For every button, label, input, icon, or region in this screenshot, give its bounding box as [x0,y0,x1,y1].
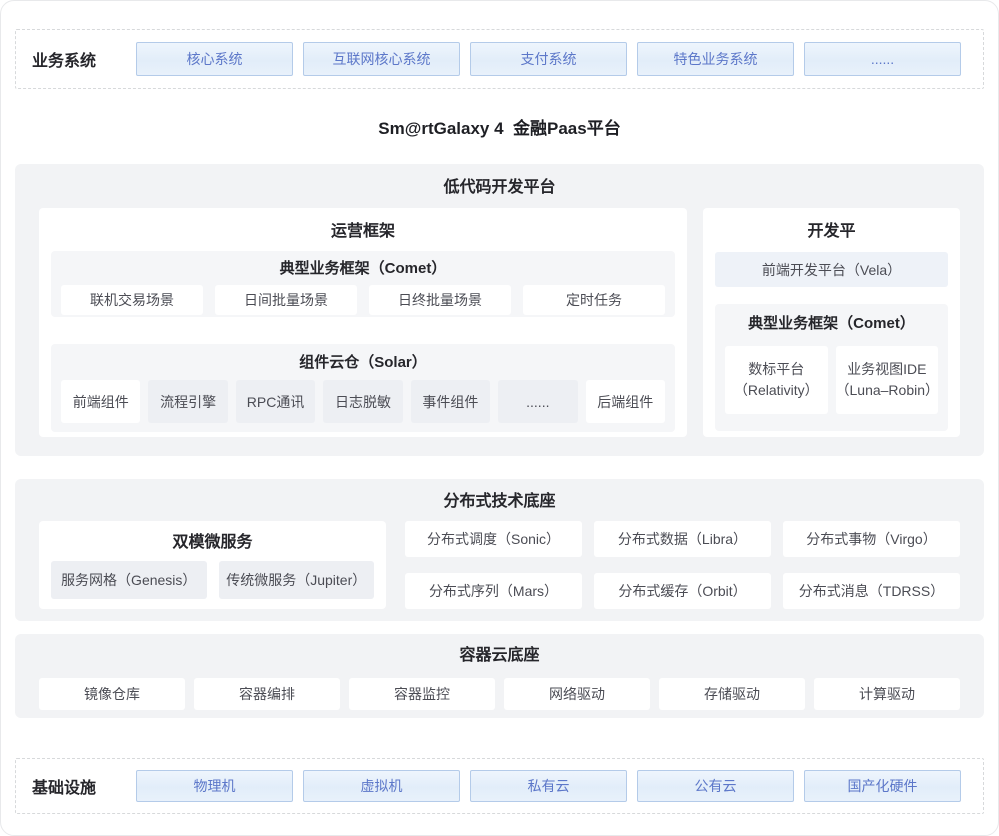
chip-luna-robin-line2: （Luna–Robin） [836,380,939,401]
business-systems-pills: 核心系统 互联网核心系统 支付系统 特色业务系统 ...... [136,42,961,76]
chip-relativity-line2: （Relativity） [734,380,819,401]
chip-orbit-cache: 分布式缓存（Orbit） [594,573,771,609]
container-cloud-chip-row: 镜像仓库 容器编排 容器监控 网络驱动 存储驱动 计算驱动 [39,678,960,710]
infrastructure-row: 基础设施 物理机 虚拟机 私有云 公有云 国产化硬件 [15,758,984,814]
business-systems-row: 业务系统 核心系统 互联网核心系统 支付系统 特色业务系统 ...... [15,29,984,89]
comet-chip-row: 联机交易场景 日间批量场景 日终批量场景 定时任务 [61,285,665,315]
chip-event-component: 事件组件 [411,380,490,423]
dev-comet-chip-row: 数标平台 （Relativity） 业务视图IDE （Luna–Robin） [725,346,938,414]
pill-domestic-hardware: 国产化硬件 [804,770,961,802]
chip-process-engine: 流程引擎 [148,380,227,423]
container-cloud-section: 容器云底座 镜像仓库 容器编排 容器监控 网络驱动 存储驱动 计算驱动 [15,634,984,718]
chip-mars-sequence: 分布式序列（Mars） [405,573,582,609]
dev-comet-framework-box: 典型业务框架（Comet） 数标平台 （Relativity） 业务视图IDE … [715,304,948,431]
distributed-base-title: 分布式技术底座 [39,492,960,512]
chip-backend-component: 后端组件 [586,380,665,423]
chip-network-driver: 网络驱动 [504,678,650,710]
pill-private-cloud: 私有云 [470,770,627,802]
chip-scheduled-task: 定时任务 [523,285,665,315]
chip-storage-driver: 存储驱动 [659,678,805,710]
chip-container-monitoring: 容器监控 [349,678,495,710]
pill-more-systems: ...... [804,42,961,76]
architecture-diagram: 业务系统 核心系统 互联网核心系统 支付系统 特色业务系统 ...... Sm@… [0,0,999,836]
comet-framework-title: 典型业务框架（Comet） [61,259,665,279]
chip-luna-robin-line1: 业务视图IDE [847,359,926,380]
infrastructure-label: 基础设施 [32,774,136,798]
pill-physical-machine: 物理机 [136,770,293,802]
low-code-platform-title: 低代码开发平台 [39,178,960,198]
dual-mode-chip-row: 服务网格（Genesis） 传统微服务（Jupiter） [51,561,374,599]
pill-virtual-machine: 虚拟机 [303,770,460,802]
solar-component-title: 组件云仓（Solar） [61,353,665,373]
solar-chip-row: 前端组件 流程引擎 RPC通讯 日志脱敏 事件组件 ...... 后端组件 [61,380,665,423]
chip-sonic-scheduling: 分布式调度（Sonic） [405,521,582,557]
dev-platform-title: 开发平 [715,222,948,242]
low-code-platform-section: 低代码开发平台 运营框架 典型业务框架（Comet） 联机交易场景 日间批量场景… [15,164,984,456]
comet-framework-box: 典型业务框架（Comet） 联机交易场景 日间批量场景 日终批量场景 定时任务 [51,251,675,317]
chip-libra-data: 分布式数据（Libra） [594,521,771,557]
chip-tdrss-message: 分布式消息（TDRSS） [783,573,960,609]
pill-internet-core-system: 互联网核心系统 [303,42,460,76]
chip-relativity-line1: 数标平台 [748,359,804,380]
dual-mode-microservice-title: 双模微服务 [51,533,374,553]
solar-component-box: 组件云仓（Solar） 前端组件 流程引擎 RPC通讯 日志脱敏 事件组件 ..… [51,344,675,432]
platform-title: Sm@rtGalaxy 4 金融Paas平台 [15,89,984,164]
pill-core-system: 核心系统 [136,42,293,76]
chip-vela-frontend-platform: 前端开发平台（Vela） [715,252,948,287]
distributed-base-section: 分布式技术底座 双模微服务 服务网格（Genesis） 传统微服务（Jupite… [15,479,984,621]
pill-payment-system: 支付系统 [470,42,627,76]
chip-relativity-platform: 数标平台 （Relativity） [725,346,828,414]
distributed-columns: 双模微服务 服务网格（Genesis） 传统微服务（Jupiter） 分布式调度… [39,521,960,609]
chip-eod-batch: 日终批量场景 [369,285,511,315]
chip-rpc-comm: RPC通讯 [236,380,315,423]
dual-mode-microservice-box: 双模微服务 服务网格（Genesis） 传统微服务（Jupiter） [39,521,386,609]
pill-special-business-system: 特色业务系统 [637,42,794,76]
operation-framework-box: 运营框架 典型业务框架（Comet） 联机交易场景 日间批量场景 日终批量场景 … [39,208,687,437]
infrastructure-pills: 物理机 虚拟机 私有云 公有云 国产化硬件 [136,770,961,802]
chip-frontend-component: 前端组件 [61,380,140,423]
chip-log-masking: 日志脱敏 [323,380,402,423]
dev-platform-box: 开发平 前端开发平台（Vela） 典型业务框架（Comet） 数标平台 （Rel… [703,208,960,437]
operation-framework-title: 运营框架 [51,222,675,242]
chip-jupiter-microservice: 传统微服务（Jupiter） [219,561,375,599]
chip-more-components: ...... [498,380,577,423]
chip-container-orchestration: 容器编排 [194,678,340,710]
business-systems-label: 业务系统 [32,47,136,71]
chip-genesis-service-mesh: 服务网格（Genesis） [51,561,207,599]
chip-luna-robin-ide: 业务视图IDE （Luna–Robin） [836,346,939,414]
distributed-grid: 分布式调度（Sonic） 分布式数据（Libra） 分布式事物（Virgo） 分… [405,521,960,609]
chip-daytime-batch: 日间批量场景 [215,285,357,315]
dev-comet-framework-title: 典型业务框架（Comet） [725,314,938,334]
container-cloud-title: 容器云底座 [39,646,960,666]
pill-public-cloud: 公有云 [637,770,794,802]
low-code-columns: 运营框架 典型业务框架（Comet） 联机交易场景 日间批量场景 日终批量场景 … [39,208,960,437]
chip-image-registry: 镜像仓库 [39,678,185,710]
chip-virgo-transaction: 分布式事物（Virgo） [783,521,960,557]
chip-compute-driver: 计算驱动 [814,678,960,710]
chip-online-trading: 联机交易场景 [61,285,203,315]
